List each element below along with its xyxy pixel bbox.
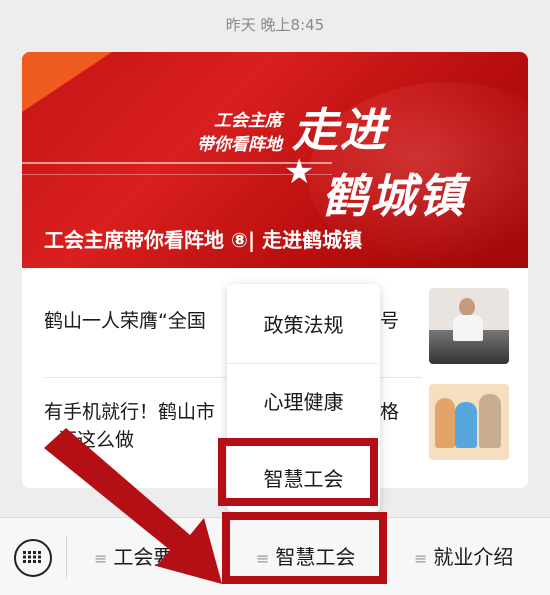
pointer-arrow-icon [44, 428, 222, 584]
